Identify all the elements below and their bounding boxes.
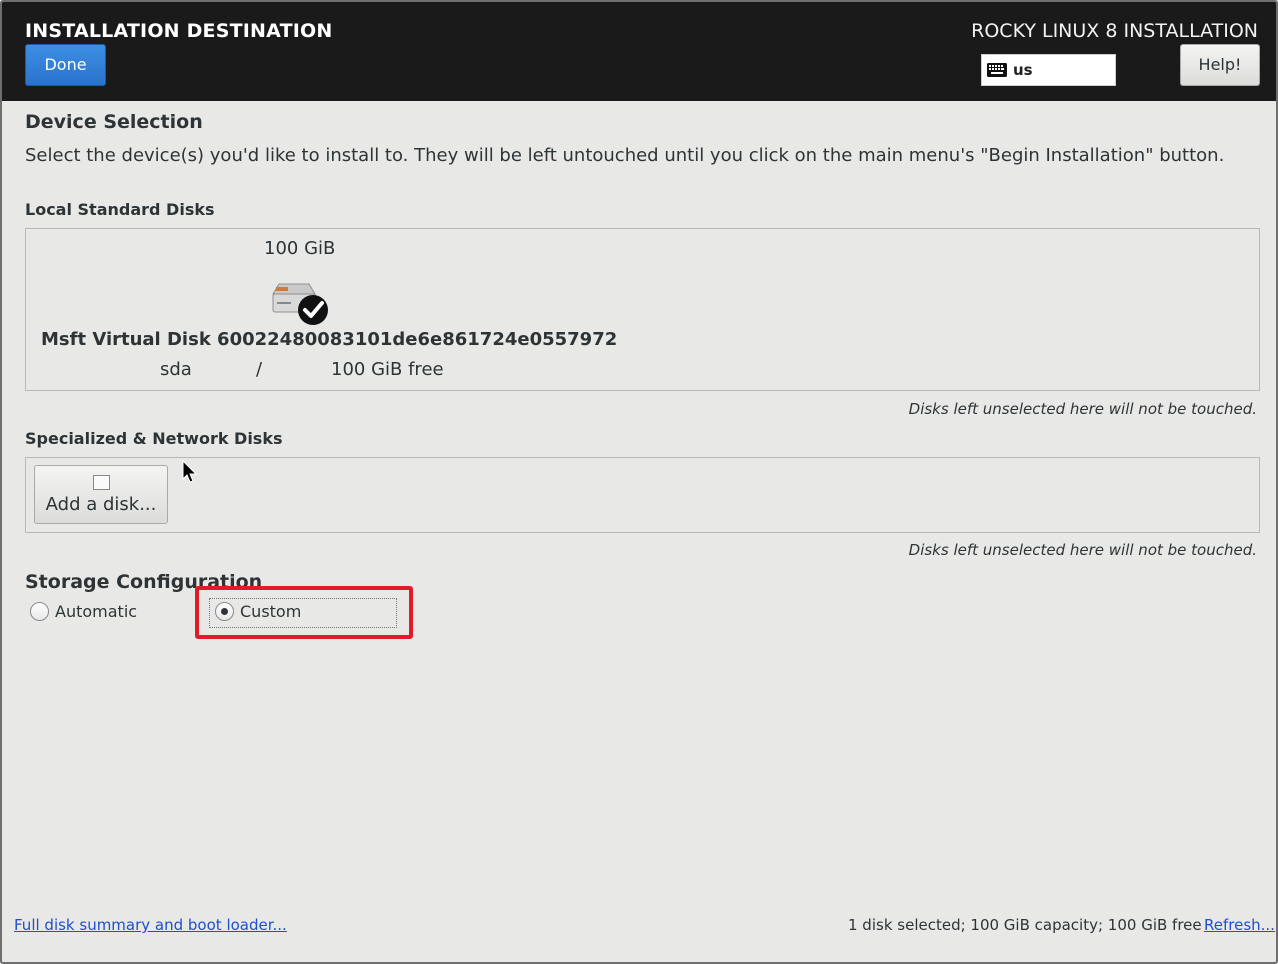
annotation-highlight-box (195, 586, 413, 639)
network-disks-panel (25, 457, 1260, 533)
help-button[interactable]: Help! (1180, 44, 1260, 86)
disk-summary-link[interactable]: Full disk summary and boot loader... (14, 916, 287, 934)
automatic-label: Automatic (55, 602, 138, 621)
refresh-link[interactable]: Refresh... (1204, 916, 1275, 934)
keyboard-layout-indicator[interactable]: us (981, 54, 1116, 86)
disk-size: 100 GiB (264, 238, 336, 259)
page-title: INSTALLATION DESTINATION (25, 20, 333, 42)
mouse-cursor-icon (182, 460, 198, 483)
disk-selection-status: 1 disk selected; 100 GiB capacity; 100 G… (848, 916, 1202, 934)
add-disk-icon (93, 475, 110, 490)
add-disk-button[interactable]: Add a disk... (34, 465, 168, 524)
done-button[interactable]: Done (25, 44, 106, 86)
keyboard-icon (987, 63, 1007, 77)
product-title: ROCKY LINUX 8 INSTALLATION (971, 20, 1258, 42)
header-bar: INSTALLATION DESTINATION ROCKY LINUX 8 I… (2, 2, 1276, 101)
automatic-radio[interactable] (30, 602, 49, 621)
network-disks-note: Disks left unselected here will not be t… (908, 541, 1257, 559)
hard-disk-icon (272, 283, 328, 325)
disk-device: sda (160, 359, 192, 380)
keyboard-layout-label: us (1013, 61, 1033, 79)
installer-window: INSTALLATION DESTINATION ROCKY LINUX 8 I… (0, 0, 1278, 964)
device-selection-title: Device Selection (25, 111, 203, 133)
local-disks-note: Disks left unselected here will not be t… (908, 400, 1257, 418)
device-selection-instruction: Select the device(s) you'd like to insta… (25, 145, 1225, 166)
network-disks-title: Specialized & Network Disks (25, 429, 283, 448)
automatic-radio-option[interactable]: Automatic (30, 602, 137, 621)
disk-separator: / (256, 359, 263, 380)
disk-free-space: 100 GiB free (331, 359, 444, 380)
local-disks-title: Local Standard Disks (25, 200, 215, 219)
add-disk-label: Add a disk... (45, 494, 157, 515)
disk-name: Msft Virtual Disk 60022480083101de6e8617… (41, 329, 618, 350)
local-disks-panel (25, 228, 1260, 391)
